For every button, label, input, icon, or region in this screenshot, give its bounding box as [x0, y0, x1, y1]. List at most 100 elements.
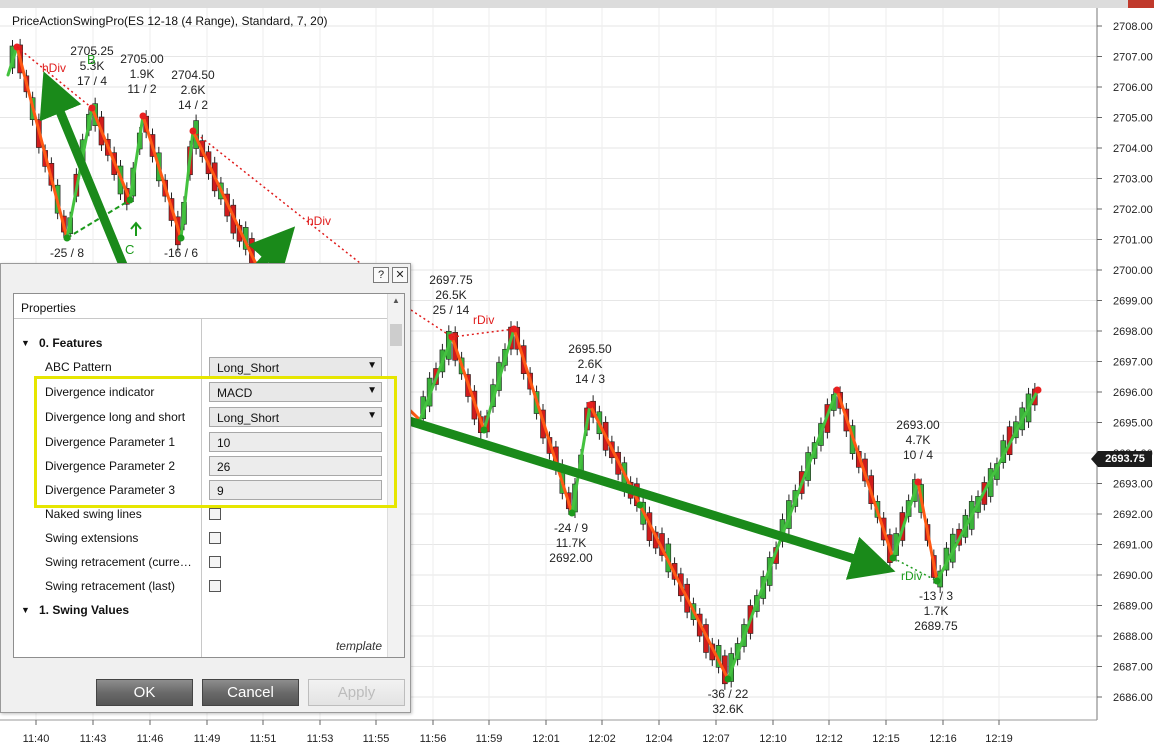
- row-swing-retracement-last[interactable]: Swing retracement (last): [14, 574, 389, 598]
- down-swing-line: [141, 114, 183, 240]
- time-tick-label: 11:46: [137, 733, 164, 745]
- price-tick-label: 2703.00: [1113, 174, 1153, 186]
- time-tick-label: 11:51: [250, 733, 277, 745]
- vertical-scrollbar[interactable]: ▲: [387, 294, 404, 657]
- template-link[interactable]: template: [336, 639, 382, 653]
- row-naked-swing-lines[interactable]: Naked swing lines: [14, 502, 389, 526]
- divergence-label: rDiv: [473, 313, 494, 327]
- swing-label: -16 / 6: [164, 246, 198, 260]
- time-tick-label: 12:04: [645, 733, 673, 745]
- category-features[interactable]: ▼ 0. Features: [14, 331, 389, 355]
- swing-label: -25 / 8: [50, 246, 84, 260]
- divergence-line: [451, 328, 515, 338]
- naked-swing-lines-checkbox[interactable]: [209, 508, 221, 520]
- abc-up-arrow-icon: [130, 221, 142, 236]
- collapse-triangle-icon[interactable]: ▼: [21, 605, 30, 615]
- price-tick-label: 2702.00: [1113, 204, 1153, 216]
- up-swing-line: [935, 388, 1040, 583]
- row-divergence-param-2[interactable]: Divergence Parameter 2 26: [14, 454, 389, 478]
- swing-label: 2705.00 1.9K 11 / 2: [120, 52, 164, 96]
- swing-point: [833, 386, 841, 394]
- up-swing-line: [418, 335, 454, 422]
- time-axis-labels: 11:40 11:43 11:46 11:49 11:51 11:53 11:55 11:56…: [23, 720, 1013, 745]
- price-tick-label: 2696.00: [1113, 387, 1153, 399]
- down-swing-line: [450, 335, 486, 432]
- price-tick-label: 2691.00: [1113, 540, 1153, 552]
- swing-extensions-checkbox[interactable]: [209, 532, 221, 544]
- time-tick-label: 11:56: [420, 733, 447, 745]
- row-divergence-param-3[interactable]: Divergence Parameter 3 9: [14, 478, 389, 502]
- divergence-long-short-select[interactable]: Long_Short ▼: [209, 407, 382, 427]
- swing-point: [586, 401, 594, 409]
- swing-retracement-last-checkbox[interactable]: [209, 580, 221, 592]
- time-tick-label: 11:59: [476, 733, 503, 745]
- price-tick-label: 2699.00: [1113, 296, 1153, 308]
- swing-point: [636, 501, 644, 509]
- up-swing-line: [179, 129, 195, 240]
- row-divergence-indicator[interactable]: Divergence indicator MACD ▼: [14, 380, 389, 404]
- up-swing-line: [891, 480, 920, 560]
- chevron-down-icon[interactable]: ▼: [367, 360, 377, 371]
- swing-label: -13 / 3 1.7K 2689.75: [914, 589, 958, 633]
- abc-label-c: C: [125, 242, 134, 257]
- down-swing-line: [638, 503, 730, 681]
- divergence-indicator-select[interactable]: MACD ▼: [209, 382, 382, 402]
- down-swing-line: [191, 129, 257, 264]
- price-tick-label: 2689.00: [1113, 601, 1153, 613]
- time-tick-label: 11:55: [363, 733, 390, 745]
- swing-label: 2693.00 4.7K 10 / 4: [896, 418, 940, 462]
- price-tick-label: 2708.00: [1113, 21, 1153, 33]
- price-tick-label: 2692.00: [1113, 509, 1153, 521]
- category-swing-values[interactable]: ▼ 1. Swing Values: [14, 598, 389, 622]
- price-tick-label: 2690.00: [1113, 570, 1153, 582]
- swing-label: 2697.75 26.5K 25 / 14: [429, 273, 473, 317]
- time-tick-label: 11:53: [307, 733, 334, 745]
- time-tick-label: 11:40: [23, 733, 50, 745]
- swing-point: [139, 112, 147, 120]
- down-swing-line: [90, 106, 132, 202]
- row-swing-retracement-current[interactable]: Swing retracement (curre…: [14, 550, 389, 574]
- row-divergence-param-1[interactable]: Divergence Parameter 1 10: [14, 430, 389, 454]
- swing-point: [914, 478, 922, 486]
- cancel-button[interactable]: Cancel: [202, 679, 299, 706]
- price-tick-label: 2686.00: [1113, 692, 1153, 704]
- row-divergence-long-short[interactable]: Divergence long and short Long_Short ▼: [14, 405, 389, 429]
- up-swing-line: [570, 403, 592, 515]
- row-abc-pattern[interactable]: ABC Pattern Long_Short ▼: [14, 355, 389, 379]
- time-tick-label: 12:02: [588, 733, 616, 745]
- scroll-up-icon[interactable]: ▲: [388, 294, 404, 308]
- price-tick-label: 2707.00: [1113, 52, 1153, 64]
- swing-point: [724, 675, 732, 683]
- down-swing-line: [916, 480, 939, 583]
- row-swing-extensions[interactable]: Swing extensions: [14, 526, 389, 550]
- up-swing-line: [128, 114, 145, 202]
- divergence-param-2-input[interactable]: 26: [209, 456, 382, 476]
- scroll-thumb[interactable]: [390, 324, 402, 346]
- swing-label: 2704.50 2.6K 14 / 2: [171, 68, 215, 112]
- last-price-badge: 2693.75: [1091, 451, 1152, 467]
- price-tick-label: 2705.00: [1113, 113, 1153, 125]
- ok-button[interactable]: OK: [96, 679, 193, 706]
- swing-label: 2695.50 2.6K 14 / 3: [568, 342, 612, 386]
- abc-pattern-select[interactable]: Long_Short ▼: [209, 357, 382, 377]
- divergence-param-1-input[interactable]: 10: [209, 432, 382, 452]
- price-tick-label: 2697.00: [1113, 357, 1153, 369]
- swing-retracement-current-checkbox[interactable]: [209, 556, 221, 568]
- apply-button[interactable]: Apply: [308, 679, 405, 706]
- chevron-down-icon[interactable]: ▼: [367, 385, 377, 396]
- collapse-triangle-icon[interactable]: ▼: [21, 338, 30, 348]
- close-button[interactable]: ✕: [392, 267, 408, 283]
- price-tick-label: 2687.00: [1113, 662, 1153, 674]
- help-button[interactable]: ?: [373, 267, 389, 283]
- down-swing-line: [835, 388, 895, 560]
- price-tick-label: 2695.00: [1113, 418, 1153, 430]
- chevron-down-icon[interactable]: ▼: [367, 410, 377, 421]
- time-tick-label: 12:07: [702, 733, 730, 745]
- time-tick-label: 11:49: [194, 733, 221, 745]
- divergence-param-3-input[interactable]: 9: [209, 480, 382, 500]
- price-tick-label: 2701.00: [1113, 235, 1153, 247]
- time-tick-label: 12:16: [929, 733, 957, 745]
- time-tick-label: 12:15: [872, 733, 900, 745]
- indicator-title: PriceActionSwingPro(ES 12-18 (4 Range), …: [12, 14, 328, 28]
- price-tick-label: 2698.00: [1113, 326, 1153, 338]
